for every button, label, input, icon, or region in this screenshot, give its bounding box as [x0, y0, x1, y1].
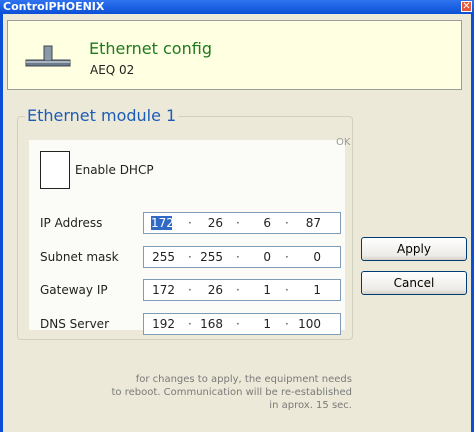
gateway-ip-label: Gateway IP — [40, 283, 108, 297]
ip-separator: · — [188, 250, 192, 264]
enable-dhcp-label: Enable DHCP — [75, 163, 154, 177]
gateway-octet-4[interactable]: 1 — [296, 283, 321, 297]
enable-dhcp-checkbox[interactable] — [40, 151, 70, 189]
dns-octet-2[interactable]: 168 — [199, 317, 223, 331]
title-bar[interactable]: ControlPHOENIX ✕ — [0, 0, 474, 14]
ip-separator: · — [285, 317, 289, 331]
header-banner: Ethernet config AEQ 02 — [7, 20, 462, 90]
ok-label: OK — [336, 137, 351, 148]
ip-separator: · — [188, 283, 192, 297]
gateway-octet-2[interactable]: 26 — [199, 283, 223, 297]
subnet-octet-2[interactable]: 255 — [199, 250, 223, 264]
ip-separator: · — [236, 317, 240, 331]
ip-separator: · — [188, 317, 192, 331]
dns-octet-3[interactable]: 1 — [247, 317, 271, 331]
gateway-octet-3[interactable]: 1 — [247, 283, 271, 297]
ip-octet-3[interactable]: 6 — [247, 216, 271, 230]
ip-separator: · — [236, 216, 240, 230]
header-subtitle: AEQ 02 — [90, 63, 135, 77]
close-icon: ✕ — [462, 1, 471, 12]
ethernet-connector-icon — [25, 45, 71, 67]
note-line: to reboot. Communication will be re-esta… — [111, 387, 352, 398]
note-line: in aprox. 15 sec. — [269, 400, 352, 411]
dns-server-label: DNS Server — [40, 317, 109, 331]
ip-separator: · — [285, 283, 289, 297]
subnet-mask-label: Subnet mask — [40, 250, 119, 264]
dns-octet-1[interactable]: 192 — [151, 317, 175, 331]
ip-octet-4[interactable]: 87 — [296, 216, 321, 230]
gateway-octet-1[interactable]: 172 — [151, 283, 175, 297]
cancel-button[interactable]: Cancel — [361, 271, 467, 295]
ip-octet-1[interactable]: 172 — [151, 216, 174, 230]
ip-address-label: IP Address — [40, 216, 103, 230]
ip-separator: · — [285, 216, 289, 230]
subnet-octet-3[interactable]: 0 — [247, 250, 271, 264]
dns-server-field[interactable]: 192 · 168 · 1 · 100 — [143, 313, 341, 335]
note-line: for changes to apply, the equipment need… — [135, 374, 352, 385]
ip-separator: · — [236, 283, 240, 297]
window-title: ControlPHOENIX — [3, 0, 105, 13]
apply-button[interactable]: Apply — [361, 237, 467, 261]
header-title: Ethernet config — [89, 39, 212, 58]
ip-separator: · — [236, 250, 240, 264]
gateway-ip-field[interactable]: 172 · 26 · 1 · 1 — [143, 279, 341, 301]
subnet-octet-1[interactable]: 255 — [151, 250, 175, 264]
ip-octet-2[interactable]: 26 — [199, 216, 223, 230]
reboot-note: for changes to apply, the equipment need… — [60, 373, 352, 412]
ip-address-field[interactable]: 172 · 26 · 6 · 87 — [143, 212, 341, 234]
dns-octet-4[interactable]: 100 — [296, 317, 321, 331]
close-button[interactable]: ✕ — [461, 1, 472, 12]
subnet-mask-field[interactable]: 255 · 255 · 0 · 0 — [143, 246, 341, 268]
subnet-octet-4[interactable]: 0 — [296, 250, 321, 264]
ip-separator: · — [285, 250, 289, 264]
group-title: Ethernet module 1 — [25, 106, 179, 125]
ip-separator: · — [188, 216, 192, 230]
